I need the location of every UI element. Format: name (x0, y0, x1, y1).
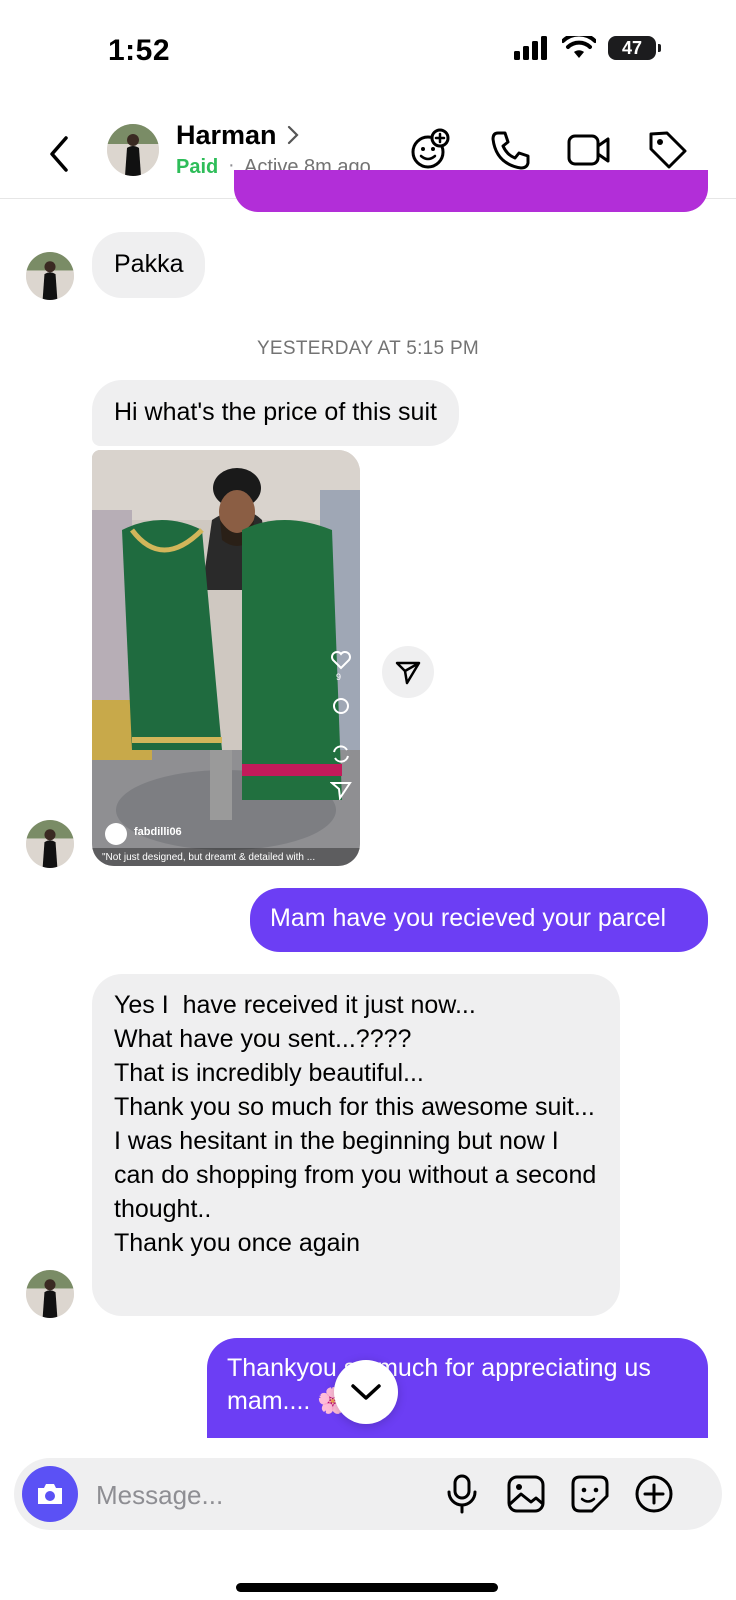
reel-thumbnail (92, 450, 360, 866)
incoming-message[interactable]: Pakka (92, 232, 206, 298)
wifi-icon (562, 36, 596, 58)
scroll-to-bottom-button[interactable] (334, 1360, 398, 1424)
status-time: 1:52 (108, 34, 171, 67)
message-line: Yes I have received it just now... (114, 991, 476, 1019)
incoming-message[interactable]: Hi what's the price of this suit (92, 380, 459, 446)
message-input[interactable] (94, 1472, 428, 1518)
signal-icon (514, 36, 547, 60)
message-composer (14, 1458, 722, 1530)
avatar[interactable] (26, 820, 74, 868)
message-line: What have you sent...???? (114, 1025, 412, 1053)
message-line: Thank you once again (114, 1229, 361, 1257)
comment-icon (333, 698, 349, 714)
reel-caption: "Not just designed, but dreamt & detaile… (102, 852, 316, 863)
chevron-down-icon (351, 1384, 381, 1400)
reel-account[interactable]: fabdilli06 (134, 826, 182, 838)
home-indicator[interactable] (236, 1583, 498, 1592)
shared-reel[interactable]: fabdilli06 "Not just designed, but dream… (92, 450, 360, 866)
tag-icon[interactable] (646, 128, 690, 172)
battery-icon: 47 (608, 36, 661, 60)
outgoing-message[interactable]: Mam have you recieved your parcel (250, 888, 708, 952)
paid-label: Paid (176, 156, 219, 178)
sticker-plus-icon[interactable] (408, 128, 452, 172)
sticker-icon[interactable] (570, 1474, 610, 1514)
previous-message-bubble (234, 170, 708, 212)
share-button[interactable] (382, 646, 434, 698)
message-line: That is incredibly beautiful... (114, 1059, 424, 1087)
microphone-icon[interactable] (444, 1474, 480, 1514)
gallery-icon[interactable] (506, 1474, 546, 1514)
send-icon (330, 782, 352, 800)
avatar[interactable] (26, 1270, 74, 1318)
camera-button[interactable] (22, 1466, 78, 1522)
video-icon[interactable] (566, 128, 612, 172)
heart-icon (331, 651, 351, 670)
outgoing-message[interactable]: Thankyou so much for appreciating us mam… (207, 1338, 708, 1438)
status-icons: 47 (514, 36, 661, 60)
incoming-message[interactable]: Yes I have received it just now... What … (92, 974, 620, 1316)
message-line: Thank you so much for this awesome suit.… (114, 1093, 595, 1121)
avatar[interactable] (26, 252, 74, 300)
message-line: I was hesitant in the beginning but now … (114, 1127, 604, 1223)
camera-icon (38, 1484, 62, 1504)
chevron-right-icon[interactable] (286, 124, 300, 146)
back-icon[interactable] (44, 132, 74, 176)
remix-icon (333, 745, 349, 763)
share-icon (395, 661, 421, 685)
contact-name[interactable]: Harman (176, 120, 277, 151)
plus-circle-icon[interactable] (634, 1474, 674, 1514)
reel-likes: 9 (336, 672, 342, 682)
timestamp: YESTERDAY AT 5:15 PM (256, 338, 480, 359)
phone-icon[interactable] (488, 128, 532, 172)
avatar[interactable] (107, 124, 159, 176)
battery-level: 47 (621, 38, 643, 58)
